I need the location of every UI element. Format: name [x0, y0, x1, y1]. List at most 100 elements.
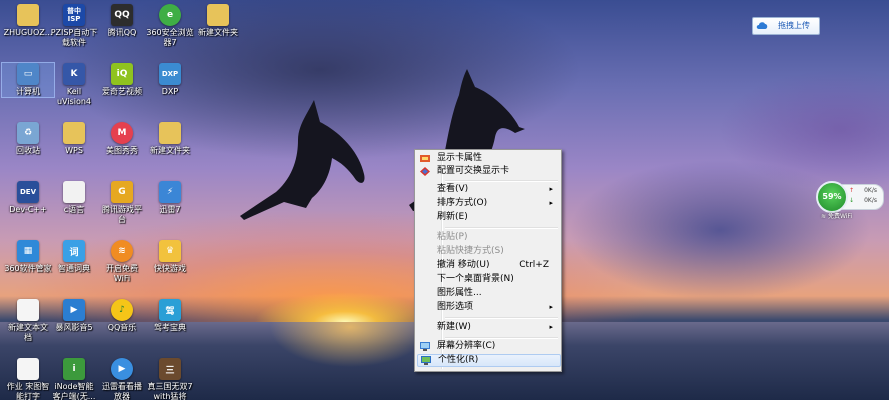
menu-item-label: 新建(W) — [437, 322, 471, 332]
desktop-icon-kuaikuai-games[interactable]: ♛ 快快游戏 — [144, 240, 196, 274]
desktop-icon-label: c语言 — [63, 205, 85, 214]
menu-item-screen-resolution[interactable]: 屏幕分辨率(C) — [417, 340, 559, 353]
document-icon — [17, 358, 39, 380]
desktop-icon-360-browser[interactable]: e 360安全浏览 器7 — [144, 4, 196, 48]
menu-separator — [445, 227, 558, 229]
desktop-icon-new-folder-2[interactable]: 新建文件夹 — [144, 122, 196, 156]
menu-item-label: 粘贴(P) — [437, 232, 468, 242]
desktop-icon-xunlei-kankan[interactable]: ▶ 迅雷看看播 放器 — [96, 358, 148, 400]
menu-item-label: 图形属性... — [437, 288, 482, 298]
meitu-icon: M — [111, 122, 133, 144]
jiakao-icon: 驾 — [159, 299, 181, 321]
desktop-icon-label: 智通词典 — [58, 264, 90, 273]
360-software-icon: ▦ — [17, 240, 39, 262]
inode-icon: i — [63, 358, 85, 380]
memory-percent-ball[interactable]: 59% — [816, 181, 848, 213]
desktop-icon-baofeng[interactable]: ▶ 暴风影音5 — [48, 299, 100, 333]
desktop-icon-360-software[interactable]: ▦ 360软件管家 — [2, 240, 54, 274]
menu-item-label: 图形选项 — [437, 302, 474, 312]
menu-item-paste[interactable]: 粘贴(P) — [417, 231, 559, 244]
menu-item-label: 撤消 移动(U) — [437, 260, 490, 270]
desktop-wallpaper[interactable]: ZHUGUOZ... 普中 ISP PZISP自动下 载软件 QQ 腾讯QQ e… — [0, 0, 889, 400]
menu-item-label: 下一个桌面背景(N) — [437, 274, 514, 284]
desktop-icon-recycle-bin[interactable]: ♻ 回收站 — [2, 122, 54, 156]
download-arrow-icon: ↓ — [849, 197, 855, 204]
desktop-icon-jiakao[interactable]: 驾 驾考宝典 — [144, 299, 196, 333]
desktop-icon-label: 迅雷看看播 放器 — [102, 382, 142, 400]
desktop-icon-new-folder[interactable]: 新建文件夹 — [192, 4, 244, 38]
xunlei-kankan-icon: ▶ — [111, 358, 133, 380]
desktop-icon-qq-music[interactable]: ♪ QQ音乐 — [96, 299, 148, 333]
desktop-icon-homework[interactable]: 作业 宋图智 能打字 — [2, 358, 54, 400]
desktop-icon-devcpp[interactable]: DEV Dev-C++ — [2, 181, 54, 215]
menu-item-personalize[interactable]: 个性化(R) — [417, 354, 561, 367]
document-icon — [63, 181, 85, 203]
menu-separator — [445, 180, 558, 182]
menu-item-sort-by[interactable]: 排序方式(O) ▸ — [417, 197, 559, 210]
menu-item-graphics-properties[interactable]: 显示卡属性 — [417, 152, 559, 165]
download-rate: 0K/s — [864, 197, 877, 204]
menu-item-label: 屏幕分辨率(C) — [437, 341, 496, 351]
desktop-icon-dynasty-warriors[interactable]: 三 真三国无双7 with猛将 — [144, 358, 196, 400]
menu-item-next-background[interactable]: 下一个桌面背景(N) — [417, 273, 559, 286]
submenu-arrow-icon: ▸ — [549, 199, 553, 207]
network-speed-widget[interactable]: ↑ 0K/s ↓ 0K/s 59% ≋ 免费WiFi — [816, 181, 886, 221]
game-cover-icon: 三 — [159, 358, 181, 380]
desktop-icon-meitu[interactable]: M 美图秀秀 — [96, 122, 148, 156]
desktop-icon-label: 回收站 — [16, 146, 40, 155]
desktop-icon-wps[interactable]: WPS — [48, 122, 100, 156]
menu-item-label: 个性化(R) — [438, 355, 479, 365]
desktop-icon-label: 360软件管家 — [4, 264, 52, 273]
desktop-icon-label: 迅雷7 — [159, 205, 181, 214]
folder-icon — [159, 122, 181, 144]
switchable-graphics-icon — [420, 167, 430, 176]
menu-item-graphics-attributes[interactable]: 图形属性... — [417, 287, 559, 300]
text-file-icon — [17, 299, 39, 321]
desktop-icon-label: 暴风影音5 — [55, 323, 93, 332]
desktop-icon-qq[interactable]: QQ 腾讯QQ — [96, 4, 148, 38]
menu-item-undo-move[interactable]: 撤消 移动(U) Ctrl+Z — [417, 259, 559, 272]
folder-icon — [17, 4, 39, 26]
menu-item-graphics-options[interactable]: 图形选项 ▸ — [417, 301, 559, 314]
desktop-icon-dictionary[interactable]: 词 智通词典 — [48, 240, 100, 274]
desktop-icon-label: QQ音乐 — [107, 323, 137, 332]
desktop-icon-keil[interactable]: K Keil uVision4 — [48, 63, 100, 107]
xunlei-icon: ⚡ — [159, 181, 181, 203]
desktop-icon-iqiyi[interactable]: iQ 爱奇艺视频 — [96, 63, 148, 97]
desktop-icon-c-language[interactable]: c语言 — [48, 181, 100, 215]
desktop-icon-inode[interactable]: i iNode智能 客户端(无... — [48, 358, 100, 400]
iqiyi-icon: iQ — [111, 63, 133, 85]
menu-item-label: 查看(V) — [437, 184, 469, 194]
desktop-icon-pzisp[interactable]: 普中 ISP PZISP自动下 载软件 — [48, 4, 100, 48]
menu-item-refresh[interactable]: 刷新(E) — [417, 211, 559, 224]
desktop-icon-free-wifi[interactable]: ≋ 开启免费 WiFi — [96, 240, 148, 284]
desktop-context-menu: 显示卡属性 配置可交换显示卡 查看(V) ▸ 排序方式(O) ▸ 刷新(E) 粘… — [414, 149, 562, 372]
dolphin-silhouette-left — [236, 96, 376, 231]
desktop-icon-xunlei[interactable]: ⚡ 迅雷7 — [144, 181, 196, 215]
desktop-icon-computer[interactable]: ▭ 计算机 — [1, 62, 55, 98]
desktop-icon-new-text-doc[interactable]: 新建文本文 档 — [2, 299, 54, 343]
desktop-icon-label: 快快游戏 — [154, 264, 186, 273]
menu-item-paste-shortcut[interactable]: 粘贴快捷方式(S) — [417, 245, 559, 258]
desktop-icon-label: iNode智能 客户端(无... — [52, 382, 96, 400]
personalize-icon — [421, 356, 431, 365]
speed-panel: ↑ 0K/s ↓ 0K/s — [842, 184, 884, 210]
desktop-icon-label: 新建文件夹 — [150, 146, 190, 155]
dxp-icon: DXP — [159, 63, 181, 85]
game-icon: ♛ — [159, 240, 181, 262]
desktop-icon-label: 计算机 — [16, 87, 40, 96]
tencent-games-icon: G — [111, 181, 133, 203]
menu-item-label: 刷新(E) — [437, 212, 468, 222]
desktop-icon-tencent-games[interactable]: G 腾讯游戏平 台 — [96, 181, 148, 225]
free-wifi-label[interactable]: ≋ 免费WiFi — [821, 211, 852, 220]
desktop-icon-label: Keil uVision4 — [56, 87, 92, 106]
drag-upload-button[interactable]: 拖拽上传 — [752, 17, 820, 35]
menu-separator — [445, 337, 558, 339]
desktop-icon-label: 真三国无双7 with猛将 — [147, 382, 193, 400]
cloud-upload-icon — [756, 22, 768, 29]
desktop-icon-folder[interactable]: ZHUGUOZ... — [2, 4, 54, 38]
menu-item-new[interactable]: 新建(W) ▸ — [417, 321, 559, 334]
menu-item-view[interactable]: 查看(V) ▸ — [417, 183, 559, 196]
menu-item-switchable-graphics[interactable]: 配置可交换显示卡 — [417, 165, 559, 178]
desktop-icon-dxp[interactable]: DXP DXP — [144, 63, 196, 97]
